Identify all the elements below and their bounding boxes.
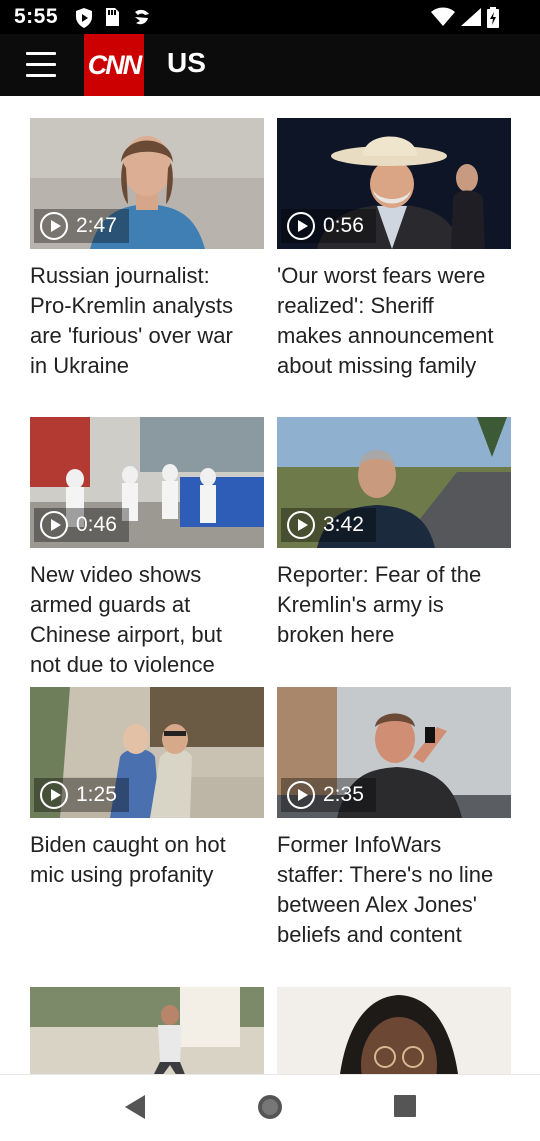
video-duration: 0:46 <box>34 508 129 542</box>
video-grid[interactable]: Hurricane Ian 2:47 Russian journalist: P… <box>0 96 540 1074</box>
video-thumbnail[interactable]: 0:46 <box>30 417 264 548</box>
video-thumbnail[interactable] <box>277 987 511 1074</box>
video-headline[interactable]: Reporter: Fear of the Kremlin's army is … <box>277 560 511 650</box>
video-thumbnail[interactable]: 2:47 <box>30 118 264 249</box>
play-icon <box>40 212 68 240</box>
video-duration: 0:56 <box>281 209 376 243</box>
video-headline[interactable]: Biden caught on hot mic using profanity <box>30 830 264 890</box>
cut-off-headline[interactable]: Hurricane Ian <box>277 96 409 104</box>
wifi-icon <box>431 7 455 26</box>
video-duration: 3:42 <box>281 508 376 542</box>
home-icon[interactable] <box>256 1093 284 1121</box>
video-headline[interactable]: 'Our worst fears were realized': Sheriff… <box>277 261 511 381</box>
video-duration: 2:47 <box>34 209 129 243</box>
play-icon <box>40 511 68 539</box>
video-card[interactable] <box>30 987 264 1074</box>
back-icon[interactable] <box>122 1093 148 1121</box>
video-card[interactable]: 2:47 Russian journalist: Pro-Kremlin ana… <box>30 118 264 381</box>
battery-icon <box>487 7 499 28</box>
video-duration: 1:25 <box>34 778 129 812</box>
video-card[interactable]: 1:25 Biden caught on hot mic using profa… <box>30 687 264 890</box>
play-icon <box>40 781 68 809</box>
sim-card-icon <box>106 8 119 26</box>
status-time: 5:55 <box>14 5 59 28</box>
video-card[interactable] <box>277 987 511 1074</box>
video-duration: 2:35 <box>281 778 376 812</box>
video-headline[interactable]: New video shows armed guards at Chinese … <box>30 560 264 680</box>
video-card[interactable]: 0:56 'Our worst fears were realized': Sh… <box>277 118 511 381</box>
status-bar: 5:55 <box>0 0 540 34</box>
video-thumbnail[interactable]: 3:42 <box>277 417 511 548</box>
video-thumbnail[interactable]: 2:35 <box>277 687 511 818</box>
stadia-icon <box>135 9 149 25</box>
video-thumbnail[interactable]: 0:56 <box>277 118 511 249</box>
play-icon <box>287 212 315 240</box>
video-thumbnail[interactable] <box>30 987 264 1074</box>
section-title: US <box>167 47 206 78</box>
video-thumbnail[interactable]: 1:25 <box>30 687 264 818</box>
play-icon <box>287 511 315 539</box>
app-bar: CNN US <box>0 34 540 96</box>
play-icon <box>287 781 315 809</box>
video-headline[interactable]: Russian journalist: Pro-Kremlin analysts… <box>30 261 264 381</box>
video-card[interactable]: 3:42 Reporter: Fear of the Kremlin's arm… <box>277 417 511 650</box>
signal-icon <box>461 8 481 26</box>
video-headline[interactable]: Former InfoWars staffer: There's no line… <box>277 830 511 950</box>
play-protect-icon <box>76 8 92 28</box>
video-card[interactable]: 0:46 New video shows armed guards at Chi… <box>30 417 264 680</box>
cnn-logo[interactable]: CNN <box>84 34 144 96</box>
hamburger-menu-icon[interactable] <box>26 52 56 78</box>
system-nav-bar <box>0 1074 540 1141</box>
video-card[interactable]: 2:35 Former InfoWars staffer: There's no… <box>277 687 511 950</box>
recents-icon[interactable] <box>393 1093 417 1119</box>
